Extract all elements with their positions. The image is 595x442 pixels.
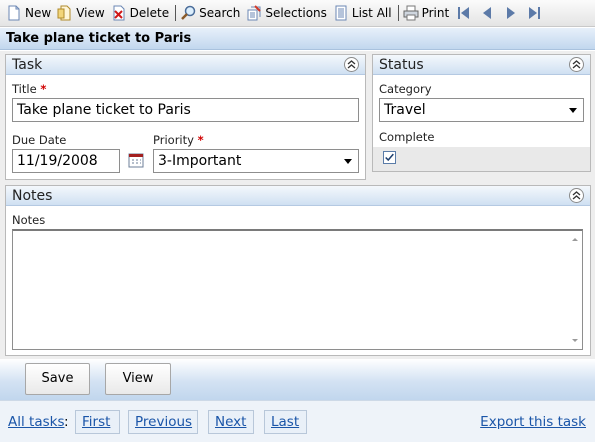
delete-label: Delete	[129, 6, 170, 20]
notes-panel: Notes Notes	[5, 185, 591, 356]
task-panel-title: Task	[12, 57, 43, 73]
form-content: Task Title * Take plane ticket to Paris …	[0, 51, 595, 359]
category-value: Travel	[384, 102, 426, 118]
page-title: Take plane ticket to Paris	[0, 28, 595, 50]
save-button[interactable]: Save	[25, 363, 90, 395]
action-bar: Save View	[0, 359, 595, 400]
calendar-icon[interactable]	[128, 152, 144, 168]
scroll-down-icon[interactable]	[568, 336, 582, 346]
category-select[interactable]: Travel	[379, 98, 584, 122]
task-panel-header: Task	[6, 55, 365, 75]
selections-icon	[247, 5, 262, 21]
complete-checkbox[interactable]	[383, 151, 396, 164]
export-task-link[interactable]: Export this task	[480, 414, 586, 430]
next-record-icon[interactable]	[503, 5, 519, 21]
selections-button[interactable]: Selections	[246, 5, 327, 21]
print-button[interactable]: Print	[403, 5, 450, 21]
footer-navigation: All tasks : First Previous Next Last Exp…	[0, 400, 595, 442]
delete-button[interactable]: Delete	[111, 5, 169, 21]
title-field[interactable]: Take plane ticket to Paris	[12, 98, 359, 122]
priority-value: 3-Important	[158, 153, 242, 169]
scroll-up-icon[interactable]	[568, 234, 582, 244]
print-label: Print	[421, 6, 450, 20]
new-document-icon	[8, 5, 20, 21]
checkmark-icon	[385, 153, 394, 162]
toolbar-separator	[397, 5, 399, 21]
required-marker: *	[197, 133, 204, 147]
list-all-label: List All	[351, 6, 392, 20]
search-button[interactable]: Search	[180, 5, 240, 21]
priority-label: Priority *	[153, 133, 204, 147]
delete-icon	[113, 5, 125, 21]
next-link[interactable]: Next	[215, 414, 246, 430]
list-all-button[interactable]: List All	[333, 5, 392, 21]
task-panel: Task Title * Take plane ticket to Paris …	[5, 54, 366, 180]
category-label: Category	[379, 82, 432, 96]
notes-scrollbar[interactable]	[568, 231, 582, 349]
task-collapse-button[interactable]	[344, 57, 359, 72]
view-document-icon	[57, 5, 71, 21]
status-collapse-button[interactable]	[569, 57, 584, 72]
new-label: New	[25, 6, 52, 20]
selections-label: Selections	[265, 6, 327, 20]
due-date-field[interactable]: 11/19/2008	[12, 149, 120, 173]
previous-record-icon[interactable]	[479, 5, 495, 21]
double-chevron-up-icon	[572, 60, 581, 69]
notes-panel-title: Notes	[12, 188, 53, 204]
priority-select[interactable]: 3-Important	[153, 149, 359, 173]
all-tasks-colon: :	[64, 414, 69, 430]
double-chevron-up-icon	[347, 60, 356, 69]
double-chevron-up-icon	[572, 191, 581, 200]
first-record-icon[interactable]	[455, 5, 471, 21]
search-icon	[181, 5, 196, 20]
printer-icon	[403, 5, 419, 21]
notes-textarea[interactable]	[12, 229, 583, 350]
status-panel-header: Status	[373, 55, 590, 75]
toolbar: New View Delete Search Selections List A…	[0, 0, 595, 27]
last-link[interactable]: Last	[271, 414, 299, 430]
complete-label: Complete	[379, 130, 435, 144]
title-label: Title *	[12, 82, 47, 96]
new-button[interactable]: New	[6, 5, 51, 21]
dropdown-arrow-icon	[569, 108, 577, 113]
view-button[interactable]: View	[105, 363, 171, 395]
search-label: Search	[199, 6, 241, 20]
previous-link[interactable]: Previous	[135, 414, 192, 430]
notes-label: Notes	[12, 213, 46, 227]
view-label: View	[76, 6, 105, 20]
complete-row	[373, 147, 590, 171]
notes-collapse-button[interactable]	[569, 188, 584, 203]
toolbar-separator	[175, 5, 177, 21]
view-toolbar-button[interactable]: View	[57, 5, 105, 21]
status-panel-title: Status	[379, 57, 424, 73]
due-date-label: Due Date	[12, 133, 67, 147]
dropdown-arrow-icon	[344, 159, 352, 164]
list-icon	[335, 5, 347, 21]
first-link[interactable]: First	[82, 414, 110, 430]
all-tasks-link[interactable]: All tasks	[8, 414, 64, 430]
last-record-icon[interactable]	[527, 5, 543, 21]
required-marker: *	[40, 82, 47, 96]
notes-panel-header: Notes	[6, 186, 590, 206]
status-panel: Status Category Travel Complete	[372, 54, 591, 172]
